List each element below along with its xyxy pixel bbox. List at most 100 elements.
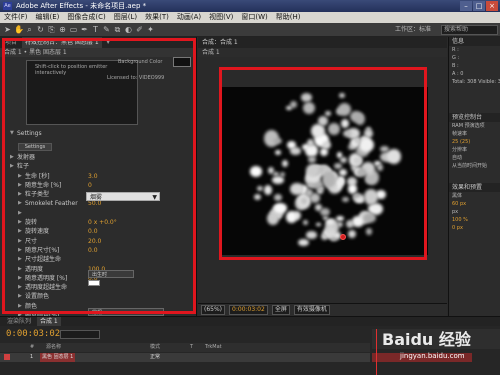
expand-arrow-icon[interactable]: ▶ bbox=[18, 302, 22, 311]
effect-preview-thumbnail[interactable]: Shift-click to position emitter interact… bbox=[26, 60, 164, 125]
layer-name[interactable]: 黑色 固态层 1 bbox=[40, 353, 76, 362]
menu-view[interactable]: 视图(V) bbox=[209, 12, 233, 23]
zoom-icon[interactable]: ⌕ bbox=[25, 25, 34, 35]
expand-arrow-icon[interactable]: ▶ bbox=[18, 255, 22, 264]
effect-property-row[interactable]: ▶ 生命 [秒] 3.0 bbox=[0, 172, 196, 181]
tab-project[interactable]: 项目 bbox=[2, 37, 20, 48]
expand-arrow-icon[interactable]: ▶ bbox=[18, 274, 22, 283]
camera-icon[interactable]: ⎘ bbox=[47, 25, 56, 35]
composition-viewer[interactable] bbox=[198, 57, 447, 303]
effect-property-row[interactable]: ▶ 设置颜色 bbox=[0, 292, 196, 301]
menu-layer[interactable]: 图层(L) bbox=[114, 12, 137, 23]
font-size-field[interactable]: 60 px bbox=[449, 200, 500, 208]
effect-property-row[interactable]: ▶ 随意生命 [%] 0 bbox=[0, 181, 196, 190]
tab-comp-1[interactable]: 合成 1 bbox=[37, 317, 61, 326]
playhead-indicator[interactable] bbox=[376, 329, 377, 375]
expand-arrow-icon[interactable]: ▶ bbox=[18, 237, 22, 246]
composition-tab[interactable]: 合成：合成 1 bbox=[198, 37, 447, 48]
eraser-icon[interactable]: ◐ bbox=[124, 25, 133, 35]
transfer-mode-dropdown[interactable]: 常规 bbox=[88, 308, 164, 316]
composition-subtab[interactable]: 合成 1 bbox=[198, 48, 447, 57]
menu-animation[interactable]: 动画(A) bbox=[177, 12, 201, 23]
effect-property-row[interactable]: ▶ 尺寸 20.0 bbox=[0, 237, 196, 246]
expand-arrow-icon[interactable]: ▶ bbox=[18, 283, 22, 292]
property-value[interactable]: 0 x +0.0° bbox=[88, 218, 117, 227]
menu-window[interactable]: 窗口(W) bbox=[241, 12, 267, 23]
pen-icon[interactable]: ✒ bbox=[80, 25, 89, 35]
effect-property-row[interactable]: ▶ 发射器 bbox=[0, 153, 196, 162]
expand-arrow-icon[interactable]: ▶ bbox=[18, 218, 22, 227]
expand-arrow-icon[interactable]: ▶ bbox=[18, 246, 22, 255]
ram-preview-options[interactable]: RAM 预演选项 bbox=[449, 122, 500, 130]
menu-composition[interactable]: 图像合成(C) bbox=[67, 12, 105, 23]
expand-arrow-icon[interactable]: ▶ bbox=[10, 162, 14, 171]
set-color-dropdown[interactable]: 出生时 bbox=[88, 270, 134, 278]
timeline-layer-row[interactable]: 1 黑色 固态层 1 正常 bbox=[0, 353, 370, 362]
tracking-field[interactable]: 100 % bbox=[449, 216, 500, 224]
tab-info[interactable]: 信息 bbox=[449, 37, 500, 46]
expand-arrow-icon[interactable]: ▶ bbox=[18, 292, 22, 301]
current-time-display[interactable]: 0:00:03:02 bbox=[229, 305, 268, 315]
timeline-timecode[interactable]: 0:00:03:02 bbox=[6, 329, 60, 339]
roto-brush-icon[interactable]: ✐ bbox=[135, 25, 144, 35]
effect-property-row[interactable]: ▶ 旋转 0 x +0.0° bbox=[0, 218, 196, 227]
expand-arrow-icon[interactable]: ▼ bbox=[10, 129, 14, 138]
hand-icon[interactable]: ✋ bbox=[14, 25, 24, 35]
panel-menu-chevron-icon[interactable]: ▾ bbox=[104, 37, 113, 48]
layer-label-color[interactable] bbox=[4, 354, 10, 360]
menu-edit[interactable]: 编辑(E) bbox=[36, 12, 60, 23]
particle-color-swatch[interactable] bbox=[88, 280, 100, 286]
settings-group[interactable]: ▼ Settings bbox=[0, 129, 196, 138]
expand-arrow-icon[interactable]: ▶ bbox=[10, 153, 14, 162]
tab-preview[interactable]: 预览控制台 bbox=[449, 113, 500, 122]
effect-property-row[interactable]: ▶ 尺寸超越生命 bbox=[0, 255, 196, 264]
expand-arrow-icon[interactable]: ▶ bbox=[18, 181, 22, 190]
text-icon[interactable]: T bbox=[91, 25, 100, 35]
from-current-time-checkbox[interactable]: 从当前时间开始 bbox=[449, 162, 500, 170]
property-value[interactable]: 3.0 bbox=[88, 172, 98, 181]
tab-render-queue[interactable]: 渲染队列 bbox=[4, 317, 34, 326]
puppet-pin-icon[interactable]: ✦ bbox=[146, 25, 155, 35]
selection-arrow-icon[interactable]: ➤ bbox=[3, 25, 12, 35]
property-value[interactable]: 0.0 bbox=[88, 227, 98, 236]
minimize-button[interactable]: – bbox=[460, 1, 472, 11]
particle-type-dropdown[interactable]: 烟雾 ▼ bbox=[86, 192, 160, 201]
font-family-selector[interactable]: 黑体 bbox=[449, 192, 500, 200]
frame-rate-value[interactable]: 25 (25) bbox=[449, 138, 500, 146]
tab-effect-controls[interactable]: 特效控制台：黑色 固态层 1 bbox=[22, 37, 102, 48]
settings-button[interactable]: Settings bbox=[18, 143, 52, 151]
baseline-shift-field[interactable]: 0 px bbox=[449, 224, 500, 232]
effect-property-row[interactable]: ▶ 粒子 bbox=[0, 162, 196, 171]
background-color-swatch[interactable] bbox=[173, 57, 191, 67]
expand-arrow-icon[interactable]: ▶ bbox=[18, 172, 22, 181]
expand-arrow-icon[interactable]: ▶ bbox=[18, 209, 22, 218]
property-value[interactable]: 0 bbox=[88, 181, 92, 190]
expand-arrow-icon[interactable]: ▶ bbox=[18, 190, 22, 199]
menu-file[interactable]: 文件(F) bbox=[4, 12, 28, 23]
timeline-search-input[interactable] bbox=[60, 330, 100, 339]
resolution-selector[interactable]: 全屏 bbox=[271, 305, 290, 315]
camera-selector[interactable]: 有效摄像机 bbox=[293, 305, 330, 315]
effect-property-row[interactable]: ▶ 随意尺寸[%] 0.0 bbox=[0, 246, 196, 255]
effect-property-row[interactable]: ▶ bbox=[0, 209, 196, 218]
clone-stamp-icon[interactable]: ⧉ bbox=[113, 25, 122, 35]
workspace-selector[interactable]: 工作区：标准 bbox=[395, 25, 431, 35]
close-button[interactable]: × bbox=[486, 1, 498, 11]
resolution-value[interactable]: 自动 bbox=[449, 154, 500, 162]
effect-property-row[interactable]: ▶ 旋转速度 0.0 bbox=[0, 227, 196, 236]
rotate-icon[interactable]: ↻ bbox=[36, 25, 45, 35]
zoom-selector[interactable]: (65%) bbox=[201, 305, 226, 315]
brush-icon[interactable]: ✎ bbox=[102, 25, 111, 35]
expand-arrow-icon[interactable]: ▶ bbox=[18, 199, 22, 208]
property-value[interactable]: 0.0 bbox=[88, 246, 98, 255]
help-search-input[interactable]: 搜索帮助 bbox=[441, 25, 498, 35]
expand-arrow-icon[interactable]: ▶ bbox=[18, 265, 22, 274]
expand-arrow-icon[interactable]: ▶ bbox=[18, 227, 22, 236]
menu-effect[interactable]: 效果(T) bbox=[145, 12, 169, 23]
tab-effects-presets[interactable]: 效果和预置 bbox=[449, 183, 500, 192]
menu-help[interactable]: 帮助(H) bbox=[276, 12, 301, 23]
layer-mode-selector[interactable]: 正常 bbox=[150, 353, 160, 362]
composition-canvas[interactable] bbox=[222, 87, 428, 255]
rectangle-mask-icon[interactable]: ▭ bbox=[69, 25, 78, 35]
pan-behind-icon[interactable]: ⊕ bbox=[58, 25, 67, 35]
